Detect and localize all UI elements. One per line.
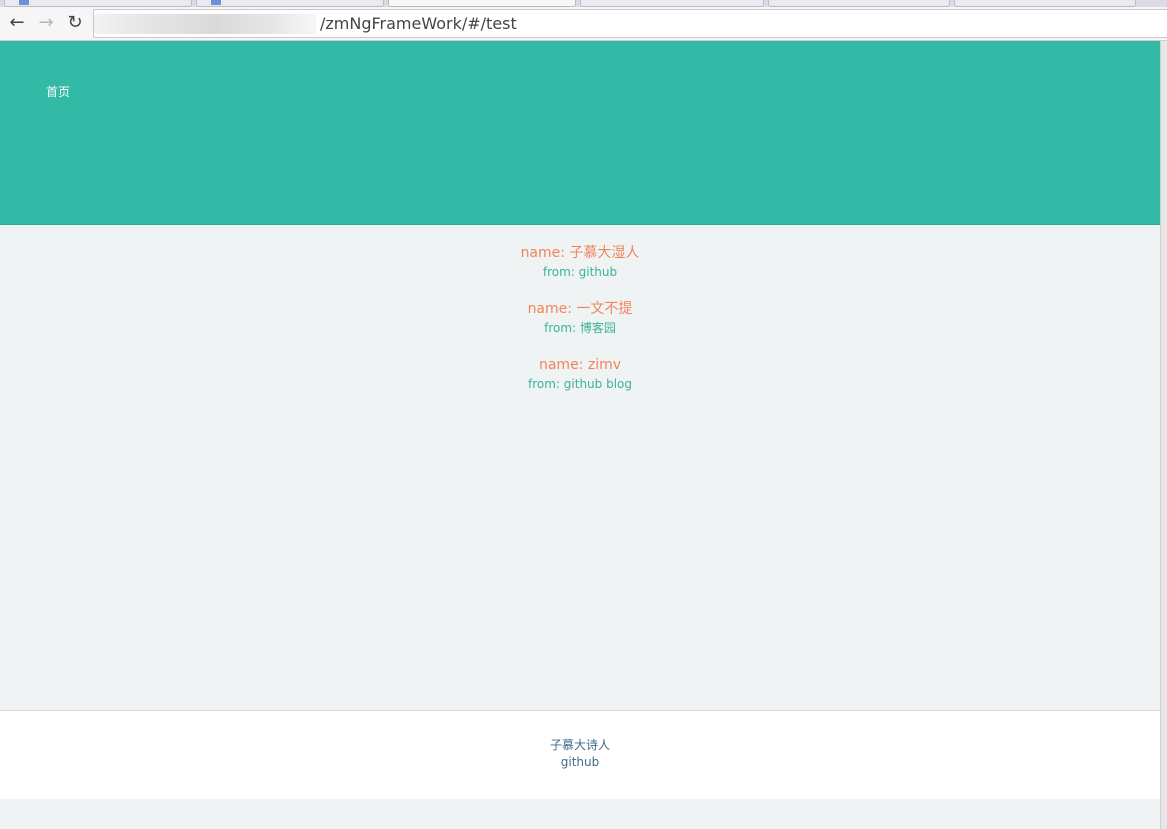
- browser-tab[interactable]: [580, 0, 764, 7]
- browser-tab[interactable]: [768, 0, 950, 7]
- nav-home-link[interactable]: 首页: [46, 83, 70, 100]
- favicon-icon: [19, 0, 29, 5]
- list-item: name: 子慕大湿人 from: github: [0, 243, 1160, 299]
- site-header: 首页: [0, 41, 1160, 225]
- list-item: name: zimv from: github blog: [0, 355, 1160, 411]
- reload-icon: ↻: [67, 12, 83, 33]
- favicon-icon: [211, 0, 221, 5]
- item-name: name: 子慕大湿人: [520, 245, 640, 261]
- person-list: name: 子慕大湿人 from: github name: 一文不提 from…: [0, 243, 1160, 411]
- footer-author: 子慕大诗人: [549, 738, 610, 752]
- address-bar[interactable]: /zmNgFrameWork/#/test: [93, 9, 1167, 38]
- forward-button[interactable]: →: [35, 12, 57, 34]
- page-viewport: 首页 name: 子慕大湿人 from: github name: 一文不提 f…: [0, 41, 1160, 829]
- browser-tab[interactable]: [4, 0, 192, 7]
- scrollbar[interactable]: [1160, 41, 1167, 829]
- browser-tab[interactable]: [196, 0, 384, 7]
- item-from: from: 博客园: [544, 321, 616, 335]
- url-path: /zmNgFrameWork/#/test: [320, 14, 517, 33]
- footer-github-link[interactable]: github: [0, 754, 1160, 770]
- item-name: name: zimv: [538, 357, 622, 373]
- browser-toolbar: ← → ↻ /zmNgFrameWork/#/test: [0, 7, 1167, 41]
- reload-button[interactable]: ↻: [64, 12, 86, 34]
- browser-tab[interactable]: [954, 0, 1136, 7]
- browser-tab-active[interactable]: [388, 0, 576, 7]
- url-redacted-host: [94, 14, 316, 34]
- arrow-right-icon: →: [38, 12, 54, 33]
- item-from: from: github: [542, 265, 618, 279]
- arrow-left-icon: ←: [9, 12, 25, 33]
- item-from: from: github blog: [528, 377, 632, 391]
- site-footer: 子慕大诗人 github: [0, 710, 1160, 799]
- back-button[interactable]: ←: [6, 12, 28, 34]
- list-item: name: 一文不提 from: 博客园: [0, 299, 1160, 355]
- item-name: name: 一文不提: [527, 301, 633, 317]
